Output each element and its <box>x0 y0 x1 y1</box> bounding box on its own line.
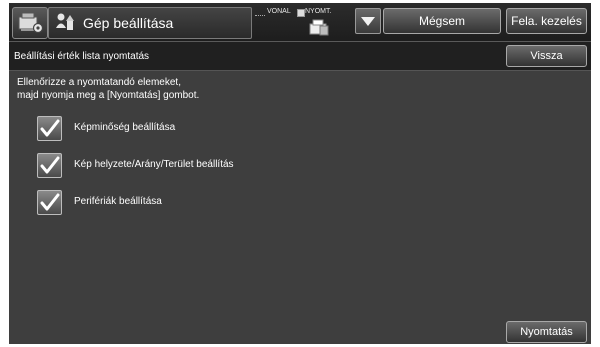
print-button[interactable]: Nyomtatás <box>506 321 587 343</box>
line-indicator <box>255 15 265 16</box>
content-area: Ellenőrizze a nyomtatandó elemeket, majd… <box>9 71 591 344</box>
title-box: Gép beállítása <box>48 7 252 39</box>
option-label: Perifériák beállítása <box>74 196 162 207</box>
print-status-label: NYOMT. <box>305 8 332 15</box>
printer-icon <box>309 19 329 36</box>
line-status-label: VONAL <box>267 8 291 15</box>
top-bar: Gép beállítása VONAL NYOMT. Mégsem Fela.… <box>9 3 591 42</box>
instruction-line-1: Ellenőrizze a nyomtatandó elemeket, <box>17 77 181 88</box>
page-title: Gép beállítása <box>83 15 174 31</box>
machine-settings-button[interactable] <box>12 7 48 39</box>
instruction-line-2: majd nyomja meg a [Nyomtatás] gombot. <box>17 90 200 101</box>
release-control-button[interactable]: Fela. kezelés <box>506 8 587 34</box>
option-label: Kép helyzete/Arány/Terület beállítás <box>74 159 234 170</box>
settings-person-icon <box>56 13 74 30</box>
checkbox-peripherals[interactable] <box>37 190 62 215</box>
screen: Gép beállítása VONAL NYOMT. Mégsem Fela.… <box>9 3 591 344</box>
cancel-button[interactable]: Mégsem <box>383 8 501 34</box>
checkmark-icon <box>40 193 60 211</box>
checkbox-image-position[interactable] <box>37 153 62 178</box>
job-status-dropdown-button[interactable] <box>355 8 381 34</box>
option-label: Képminőség beállítása <box>74 122 176 133</box>
checkmark-icon <box>40 156 60 174</box>
checkbox-image-quality[interactable] <box>37 116 62 141</box>
section-title: Beállítási érték lista nyomtatás <box>14 51 150 62</box>
back-button[interactable]: Vissza <box>506 45 587 67</box>
print-status-indicator <box>297 9 305 17</box>
triangle-down-icon <box>361 17 375 26</box>
status-area: VONAL NYOMT. <box>255 3 351 41</box>
machine-settings-icon <box>18 12 44 34</box>
checkmark-icon <box>40 119 60 137</box>
sub-header: Beállítási érték lista nyomtatás Vissza <box>9 42 591 71</box>
